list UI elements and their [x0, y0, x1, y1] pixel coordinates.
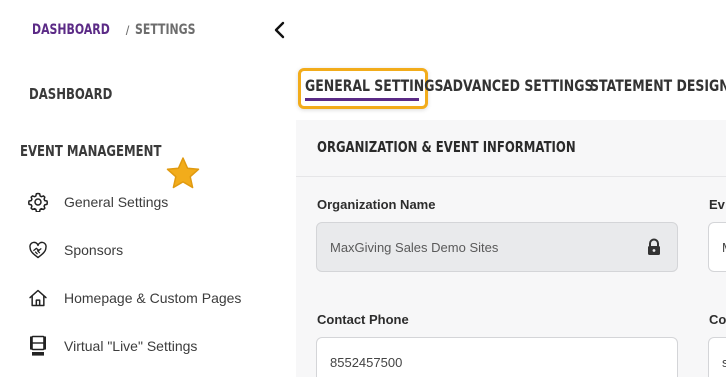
handshake-heart-icon [27, 239, 49, 261]
event-name-input[interactable]: M [708, 222, 726, 272]
home-icon [27, 287, 49, 309]
event-name-value: M [722, 240, 726, 255]
organization-name-label: Organization Name [317, 197, 436, 212]
sidebar-item-general-settings[interactable]: General Settings [27, 191, 168, 213]
chevron-left-icon [274, 21, 285, 39]
organization-name-input[interactable]: MaxGiving Sales Demo Sites [316, 222, 678, 272]
sidebar-section-event-management[interactable]: EVENT MANAGEMENT [20, 142, 161, 160]
contact-email-input[interactable]: s [708, 337, 726, 377]
sidebar-item-label: General Settings [64, 194, 169, 210]
sidebar-item-label: Sponsors [64, 242, 124, 258]
sidebar-item-sponsors[interactable]: Sponsors [27, 239, 123, 261]
event-name-label: Ev [709, 197, 725, 212]
collapse-sidebar-button[interactable] [272, 20, 288, 40]
sidebar-item-virtual-live-settings[interactable]: Virtual "Live" Settings [27, 335, 197, 357]
sidebar-item-label: Homepage & Custom Pages [64, 290, 242, 306]
contact-phone-value: 8552457500 [330, 354, 403, 370]
section-divider [296, 176, 726, 177]
section-title: ORGANIZATION & EVENT INFORMATION [317, 138, 576, 156]
lock-icon [648, 238, 660, 255]
sidebar-item-homepage[interactable]: Homepage & Custom Pages [27, 287, 241, 309]
sidebar-dashboard[interactable]: DASHBOARD [29, 85, 112, 103]
breadcrumb-separator: / [125, 22, 130, 38]
active-tab-indicator [305, 98, 419, 101]
contact-phone-input[interactable]: 8552457500 [316, 337, 678, 377]
sidebar-item-label: Virtual "Live" Settings [64, 338, 198, 354]
star-icon [166, 157, 200, 189]
breadcrumb-current: SETTINGS [135, 22, 196, 38]
contact-phone-label: Contact Phone [317, 312, 409, 327]
contact-email-label: Co [709, 312, 726, 327]
gear-icon [27, 191, 49, 213]
breadcrumb: DASHBOARD / SETTINGS [32, 21, 213, 39]
tab-statement-design[interactable]: STATEMENT DESIGN [590, 76, 726, 98]
contact-email-value: s [722, 354, 726, 370]
film-live-icon [27, 335, 49, 357]
breadcrumb-dashboard-link[interactable]: DASHBOARD [32, 22, 110, 38]
organization-name-value: MaxGiving Sales Demo Sites [330, 239, 499, 255]
